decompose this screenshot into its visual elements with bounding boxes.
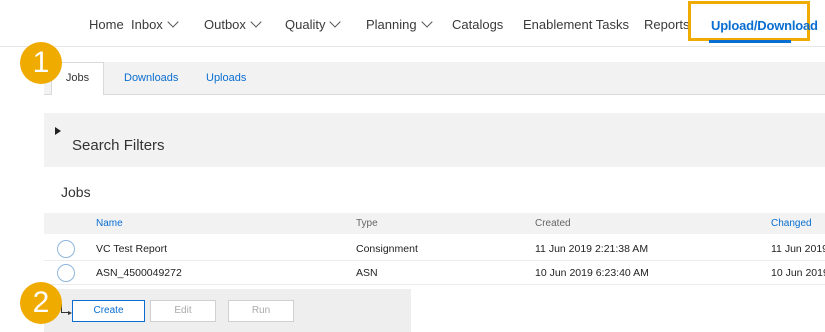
- nav-enablement-tasks[interactable]: Enablement Tasks: [523, 17, 629, 32]
- search-filters-panel[interactable]: Search Filters: [44, 113, 825, 167]
- nav-outbox-label: Outbox: [204, 17, 246, 32]
- row-select-radio[interactable]: [57, 264, 75, 282]
- nav-catalogs[interactable]: Catalogs: [452, 17, 503, 32]
- top-navigation: Home Inbox Outbox Quality Planning Catal…: [0, 0, 825, 47]
- step-badge-1-number: 1: [32, 46, 50, 79]
- step-badge-1: 1: [20, 42, 62, 84]
- column-header-changed[interactable]: Changed: [771, 218, 812, 229]
- column-header-name[interactable]: Name: [96, 218, 123, 229]
- step-badge-2: 2: [20, 282, 62, 324]
- nav-inbox-label: Inbox: [131, 17, 163, 32]
- nav-reports[interactable]: Reports: [644, 17, 690, 32]
- nav-outbox[interactable]: Outbox: [204, 16, 262, 32]
- create-button[interactable]: Create: [72, 300, 145, 322]
- row-select-radio[interactable]: [57, 240, 75, 258]
- chevron-down-icon: [167, 16, 179, 28]
- tab-downloads[interactable]: Downloads: [124, 72, 178, 84]
- nav-upload-download[interactable]: Upload/Download: [688, 1, 818, 43]
- edit-button[interactable]: Edit: [150, 300, 216, 322]
- nav-inbox[interactable]: Inbox: [131, 16, 179, 32]
- chevron-down-icon: [250, 16, 262, 28]
- chevron-down-icon: [329, 16, 342, 28]
- nav-enablement-tasks-label: Enablement Tasks: [523, 17, 629, 32]
- step-badge-2-number: 2: [32, 286, 50, 319]
- cell-name: VC Test Report: [96, 243, 168, 255]
- cell-created: 11 Jun 2019 2:21:38 AM: [535, 243, 649, 255]
- nav-quality[interactable]: Quality: [285, 16, 342, 32]
- nav-planning-label: Planning: [366, 17, 417, 32]
- jobs-table-header: Name Type Created Changed: [44, 213, 825, 234]
- chevron-down-icon: [420, 16, 433, 28]
- run-button[interactable]: Run: [228, 300, 294, 322]
- sub-tab-bar: Jobs Downloads Uploads: [44, 62, 825, 95]
- tab-uploads-label: Uploads: [206, 72, 247, 84]
- table-action-bar: Create Edit Run: [44, 289, 411, 332]
- table-row[interactable]: ASN_4500049272 ASN 10 Jun 2019 6:23:40 A…: [44, 262, 825, 285]
- tab-jobs-label: Jobs: [65, 72, 90, 84]
- nav-home[interactable]: Home: [89, 17, 124, 32]
- tab-downloads-label: Downloads: [124, 72, 179, 84]
- cell-changed: 10 Jun 2019: [771, 267, 825, 279]
- nav-quality-label: Quality: [285, 17, 326, 32]
- active-tab-indicator: [709, 40, 791, 43]
- table-row[interactable]: VC Test Report Consignment 11 Jun 2019 2…: [44, 238, 825, 261]
- column-header-type[interactable]: Type: [356, 218, 378, 229]
- cell-type: ASN: [356, 267, 378, 279]
- return-arrow-icon: [61, 304, 72, 315]
- search-filters-label: Search Filters: [72, 137, 165, 154]
- jobs-section-title: Jobs: [61, 184, 91, 200]
- nav-home-label: Home: [89, 17, 124, 32]
- expand-triangle-icon[interactable]: [55, 127, 61, 135]
- nav-reports-label: Reports: [644, 17, 690, 32]
- cell-changed: 11 Jun 2019: [771, 243, 825, 255]
- cell-name: ASN_4500049272: [96, 267, 182, 279]
- column-header-created[interactable]: Created: [535, 218, 571, 229]
- nav-catalogs-label: Catalogs: [452, 17, 504, 32]
- nav-planning[interactable]: Planning: [366, 16, 433, 32]
- cell-created: 10 Jun 2019 6:23:40 AM: [535, 267, 649, 279]
- tab-uploads[interactable]: Uploads: [206, 72, 246, 84]
- cell-type: Consignment: [356, 243, 418, 255]
- nav-upload-download-label: Upload/Download: [711, 18, 818, 33]
